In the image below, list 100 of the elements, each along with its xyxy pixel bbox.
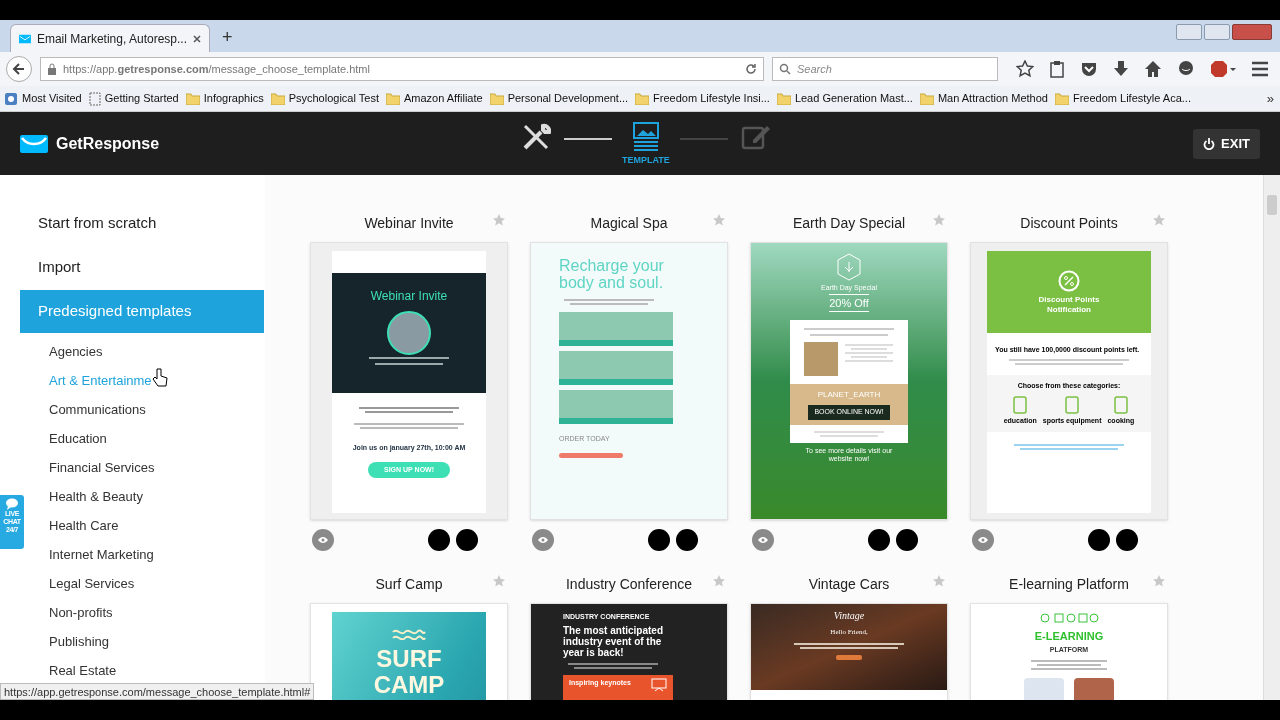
- scrollbar[interactable]: [1263, 175, 1280, 700]
- favorite-star-icon[interactable]: [932, 213, 946, 227]
- preview-button[interactable]: [312, 529, 334, 551]
- folder-icon: [185, 92, 200, 105]
- back-button[interactable]: [6, 56, 32, 82]
- sidebar-option[interactable]: Import: [20, 245, 264, 289]
- bookmark[interactable]: Infographics: [185, 90, 264, 107]
- category-link[interactable]: Health Care: [49, 511, 265, 540]
- template-title: Discount Points: [1020, 214, 1118, 233]
- address-bar[interactable]: https://app.getresponse.com/message_choose_template.html: [40, 57, 764, 81]
- icons-row-drawing: [1039, 612, 1099, 624]
- bookmark[interactable]: Freedom Lifestyle Insi...: [635, 90, 770, 107]
- color-swatch[interactable]: [896, 529, 918, 551]
- search-icon: [779, 63, 791, 75]
- category-link[interactable]: Publishing: [49, 627, 265, 656]
- favorite-star-icon[interactable]: [712, 213, 726, 227]
- clipboard-icon[interactable]: [1049, 60, 1065, 78]
- adblock-icon[interactable]: [1210, 60, 1236, 78]
- color-swatch[interactable]: [428, 529, 450, 551]
- new-tab-button[interactable]: +: [222, 28, 233, 46]
- bookmark[interactable]: Psychological Test: [270, 90, 379, 107]
- bookmark[interactable]: Personal Development...: [489, 90, 629, 107]
- pocket-icon[interactable]: [1080, 61, 1098, 77]
- favorite-star-icon[interactable]: [1152, 574, 1166, 588]
- bookmark[interactable]: Amazon Affiliate: [385, 90, 483, 107]
- eye-icon: [757, 536, 769, 544]
- back-arrow-icon: [12, 62, 26, 76]
- banner-heading: Discount Points Notification: [1037, 294, 1101, 315]
- folder-icon: [1054, 92, 1069, 105]
- cta-button: [836, 654, 862, 660]
- color-swatch[interactable]: [648, 529, 670, 551]
- email-logo: Vintage: [833, 609, 865, 623]
- category-link[interactable]: Education: [49, 424, 265, 453]
- template-title: Earth Day Special: [792, 214, 906, 233]
- template-title: Industry Conference: [565, 575, 693, 594]
- category-link[interactable]: Agencies: [49, 337, 265, 366]
- envelope-logo-icon: [20, 134, 48, 153]
- bookmark[interactable]: Getting Started: [88, 90, 179, 107]
- exit-button[interactable]: EXIT: [1193, 129, 1260, 159]
- color-swatch[interactable]: [1088, 529, 1110, 551]
- favorite-star-icon[interactable]: [932, 574, 946, 588]
- category-link[interactable]: Financial Services: [49, 453, 265, 482]
- template-title: Vintage Cars: [808, 575, 890, 594]
- folder-icon: [635, 92, 650, 105]
- app-logo-text: GetResponse: [56, 133, 160, 154]
- template-title: Magical Spa: [590, 214, 668, 233]
- color-swatch[interactable]: [868, 529, 890, 551]
- url-text: https://app.getresponse.com/message_choose_template.html: [63, 61, 371, 77]
- presentation-icon: [651, 677, 667, 692]
- color-swatch[interactable]: [456, 529, 478, 551]
- download-icon[interactable]: [1113, 60, 1129, 78]
- chat-bubble-icon[interactable]: [1177, 60, 1195, 78]
- favorite-star-icon[interactable]: [1152, 213, 1166, 227]
- order-button: [559, 452, 623, 458]
- reload-icon[interactable]: [745, 63, 757, 75]
- bookmark[interactable]: Most Visited: [4, 90, 82, 107]
- color-swatch[interactable]: [676, 529, 698, 551]
- folder-icon: [776, 92, 791, 105]
- star-icon[interactable]: [1016, 60, 1034, 78]
- template-title: Surf Camp: [375, 575, 443, 594]
- category-icon: [1064, 395, 1081, 414]
- banner-heading: Webinar Invite: [370, 288, 448, 305]
- bookmark[interactable]: Man Attraction Method: [919, 90, 1048, 107]
- preview-button[interactable]: [532, 529, 554, 551]
- eye-icon: [977, 536, 989, 544]
- bookmark[interactable]: Lead Generation Mast...: [776, 90, 913, 107]
- favorite-star-icon[interactable]: [712, 574, 726, 588]
- more-bookmarks-button[interactable]: »: [1266, 88, 1274, 109]
- email-headline: Recharge your body and soul.: [559, 257, 665, 291]
- preview-button[interactable]: [752, 529, 774, 551]
- template-title: E-learning Platform: [1009, 575, 1129, 594]
- category-link[interactable]: Internet Marketing: [49, 540, 265, 569]
- browser-tab[interactable]: Email Marketing, Autoresp...: [10, 24, 210, 52]
- step-label: TEMPLATE: [622, 154, 670, 167]
- template-title: Webinar Invite: [364, 214, 454, 233]
- status-url: https://app.getresponse.com/message_choose_template.html#: [0, 683, 315, 700]
- search-input[interactable]: Search: [797, 60, 991, 78]
- color-swatch[interactable]: [1116, 529, 1138, 551]
- offer-text: 20% Off: [829, 293, 869, 312]
- close-tab-icon[interactable]: [193, 34, 201, 43]
- category-link[interactable]: Communications: [49, 395, 265, 424]
- category-link[interactable]: Non-profits: [49, 598, 265, 627]
- eye-icon: [317, 536, 329, 544]
- percent-icon: [1058, 269, 1080, 292]
- favorite-star-icon[interactable]: [492, 574, 506, 588]
- category-link[interactable]: Legal Services: [49, 569, 265, 598]
- search-field[interactable]: Search: [772, 57, 998, 81]
- bookmark[interactable]: Freedom Lifestyle Aca...: [1054, 90, 1191, 107]
- folder-icon: [385, 92, 400, 105]
- sidebar-option[interactable]: Start from scratch: [20, 201, 264, 245]
- envelope-icon: [19, 33, 31, 44]
- email-headline: SURF CAMP: [372, 646, 446, 698]
- lock-icon: [47, 63, 57, 75]
- home-icon[interactable]: [1144, 60, 1162, 78]
- category-link[interactable]: Health & Beauty: [49, 482, 265, 511]
- preview-button[interactable]: [972, 529, 994, 551]
- favorite-star-icon[interactable]: [492, 213, 506, 227]
- folder-icon: [919, 92, 934, 105]
- category-link[interactable]: Real Estate: [49, 656, 265, 685]
- menu-icon[interactable]: [1251, 61, 1269, 77]
